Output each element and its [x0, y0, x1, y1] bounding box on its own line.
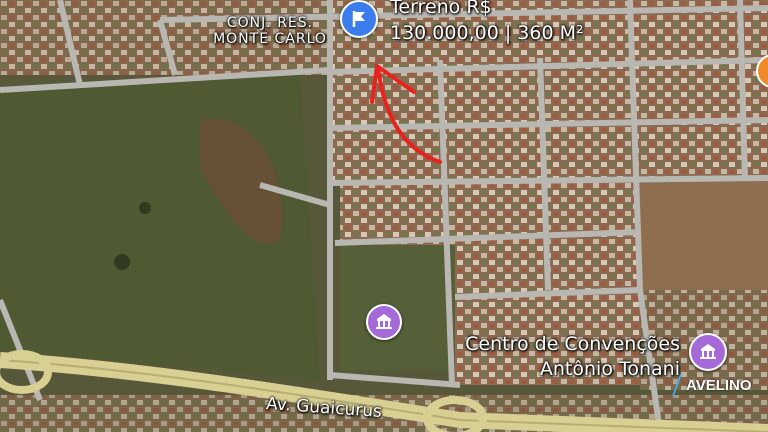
poi-pin-left[interactable]	[366, 304, 402, 340]
flag-icon	[352, 11, 365, 27]
listing-title: Terreno R$	[390, 0, 492, 18]
poi-label: Centro de Convenções Antônio Tonani	[440, 332, 680, 382]
listing-label: Terreno R$ 130.000,00 | 360 M²	[390, 0, 584, 46]
listing-pin[interactable]	[340, 0, 378, 38]
neighborhood-label: CONJ. RES. MONTE CARLO	[205, 15, 335, 47]
listing-details: 130.000,00 | 360 M²	[390, 22, 584, 44]
poi-label-line2: Antônio Tonani	[539, 358, 680, 380]
watermark-text: AVELINO	[686, 376, 752, 394]
poi-label-line1: Centro de Convenções	[465, 333, 680, 355]
landmark-icon	[376, 314, 392, 329]
tree	[114, 254, 130, 270]
landmark-icon	[700, 344, 716, 359]
dry-field	[640, 180, 768, 290]
green-lot	[340, 245, 455, 370]
neighborhood-label-line2: MONTE CARLO	[213, 31, 327, 47]
poi-pin-convention-center[interactable]	[689, 333, 727, 371]
tree	[139, 202, 151, 214]
neighborhood-label-line1: CONJ. RES.	[226, 15, 314, 31]
watermark-logo: AVELINO	[672, 374, 752, 396]
logo-mark-icon	[672, 374, 682, 396]
